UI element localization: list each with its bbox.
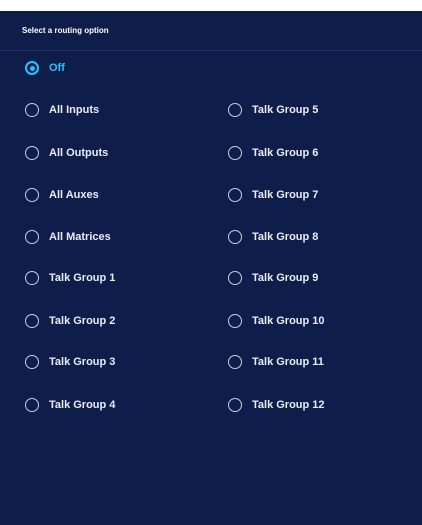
radio-option-talk-group-3[interactable]: Talk Group 3: [25, 352, 115, 372]
radio-option-talk-group-6[interactable]: Talk Group 6: [228, 143, 318, 163]
radio-option-all-outputs[interactable]: All Outputs: [25, 143, 108, 163]
radio-option-talk-group-8[interactable]: Talk Group 8: [228, 227, 318, 247]
radio-option-talk-group-7[interactable]: Talk Group 7: [228, 185, 318, 205]
radio-option-talk-group-9[interactable]: Talk Group 9: [228, 268, 318, 288]
radio-option-talk-group-12[interactable]: Talk Group 12: [228, 395, 325, 415]
option-label: All Outputs: [49, 147, 109, 159]
option-label: Talk Group 1: [49, 272, 116, 284]
radio-selected-icon[interactable]: [25, 61, 39, 75]
option-label: Talk Group 8: [252, 231, 319, 243]
radio-option-talk-group-5[interactable]: Talk Group 5: [228, 100, 318, 120]
radio-unselected-icon[interactable]: [228, 146, 242, 160]
option-label: Talk Group 2: [49, 315, 116, 327]
radio-unselected-icon[interactable]: [25, 355, 39, 369]
radio-unselected-icon[interactable]: [25, 314, 39, 328]
option-label: Talk Group 6: [252, 147, 319, 159]
radio-option-off[interactable]: Off: [25, 58, 65, 78]
option-label: Talk Group 4: [49, 399, 116, 411]
radio-unselected-icon[interactable]: [25, 188, 39, 202]
option-label: All Auxes: [49, 189, 99, 201]
option-label: Talk Group 10: [252, 315, 325, 327]
radio-unselected-icon[interactable]: [228, 103, 242, 117]
option-label: Talk Group 11: [252, 356, 324, 368]
option-label: Talk Group 9: [252, 272, 319, 284]
radio-unselected-icon[interactable]: [25, 398, 39, 412]
radio-option-talk-group-11[interactable]: Talk Group 11: [228, 352, 324, 372]
radio-unselected-icon[interactable]: [25, 146, 39, 160]
radio-unselected-icon[interactable]: [228, 398, 242, 412]
option-label: Talk Group 7: [252, 189, 319, 201]
radio-option-all-inputs[interactable]: All Inputs: [25, 100, 99, 120]
option-label: Talk Group 3: [49, 356, 116, 368]
panel-header: Select a routing option: [0, 11, 422, 51]
radio-unselected-icon[interactable]: [228, 271, 242, 285]
radio-unselected-icon[interactable]: [25, 271, 39, 285]
panel-title: Select a routing option: [22, 26, 109, 35]
radio-unselected-icon[interactable]: [228, 230, 242, 244]
option-label: Talk Group 12: [252, 399, 325, 411]
radio-option-all-matrices[interactable]: All Matrices: [25, 227, 111, 247]
option-label: All Inputs: [49, 104, 100, 116]
radio-option-talk-group-4[interactable]: Talk Group 4: [25, 395, 115, 415]
radio-unselected-icon[interactable]: [228, 355, 242, 369]
radio-option-talk-group-10[interactable]: Talk Group 10: [228, 311, 325, 331]
radio-option-talk-group-2[interactable]: Talk Group 2: [25, 311, 115, 331]
radio-option-all-auxes[interactable]: All Auxes: [25, 185, 99, 205]
option-label: Off: [49, 62, 65, 74]
routing-option-panel: Select a routing option Off All Inputs A…: [0, 11, 422, 525]
option-label: All Matrices: [49, 231, 111, 243]
radio-unselected-icon[interactable]: [25, 230, 39, 244]
radio-option-talk-group-1[interactable]: Talk Group 1: [25, 268, 115, 288]
radio-unselected-icon[interactable]: [25, 103, 39, 117]
radio-unselected-icon[interactable]: [228, 188, 242, 202]
radio-unselected-icon[interactable]: [228, 314, 242, 328]
option-label: Talk Group 5: [252, 104, 319, 116]
